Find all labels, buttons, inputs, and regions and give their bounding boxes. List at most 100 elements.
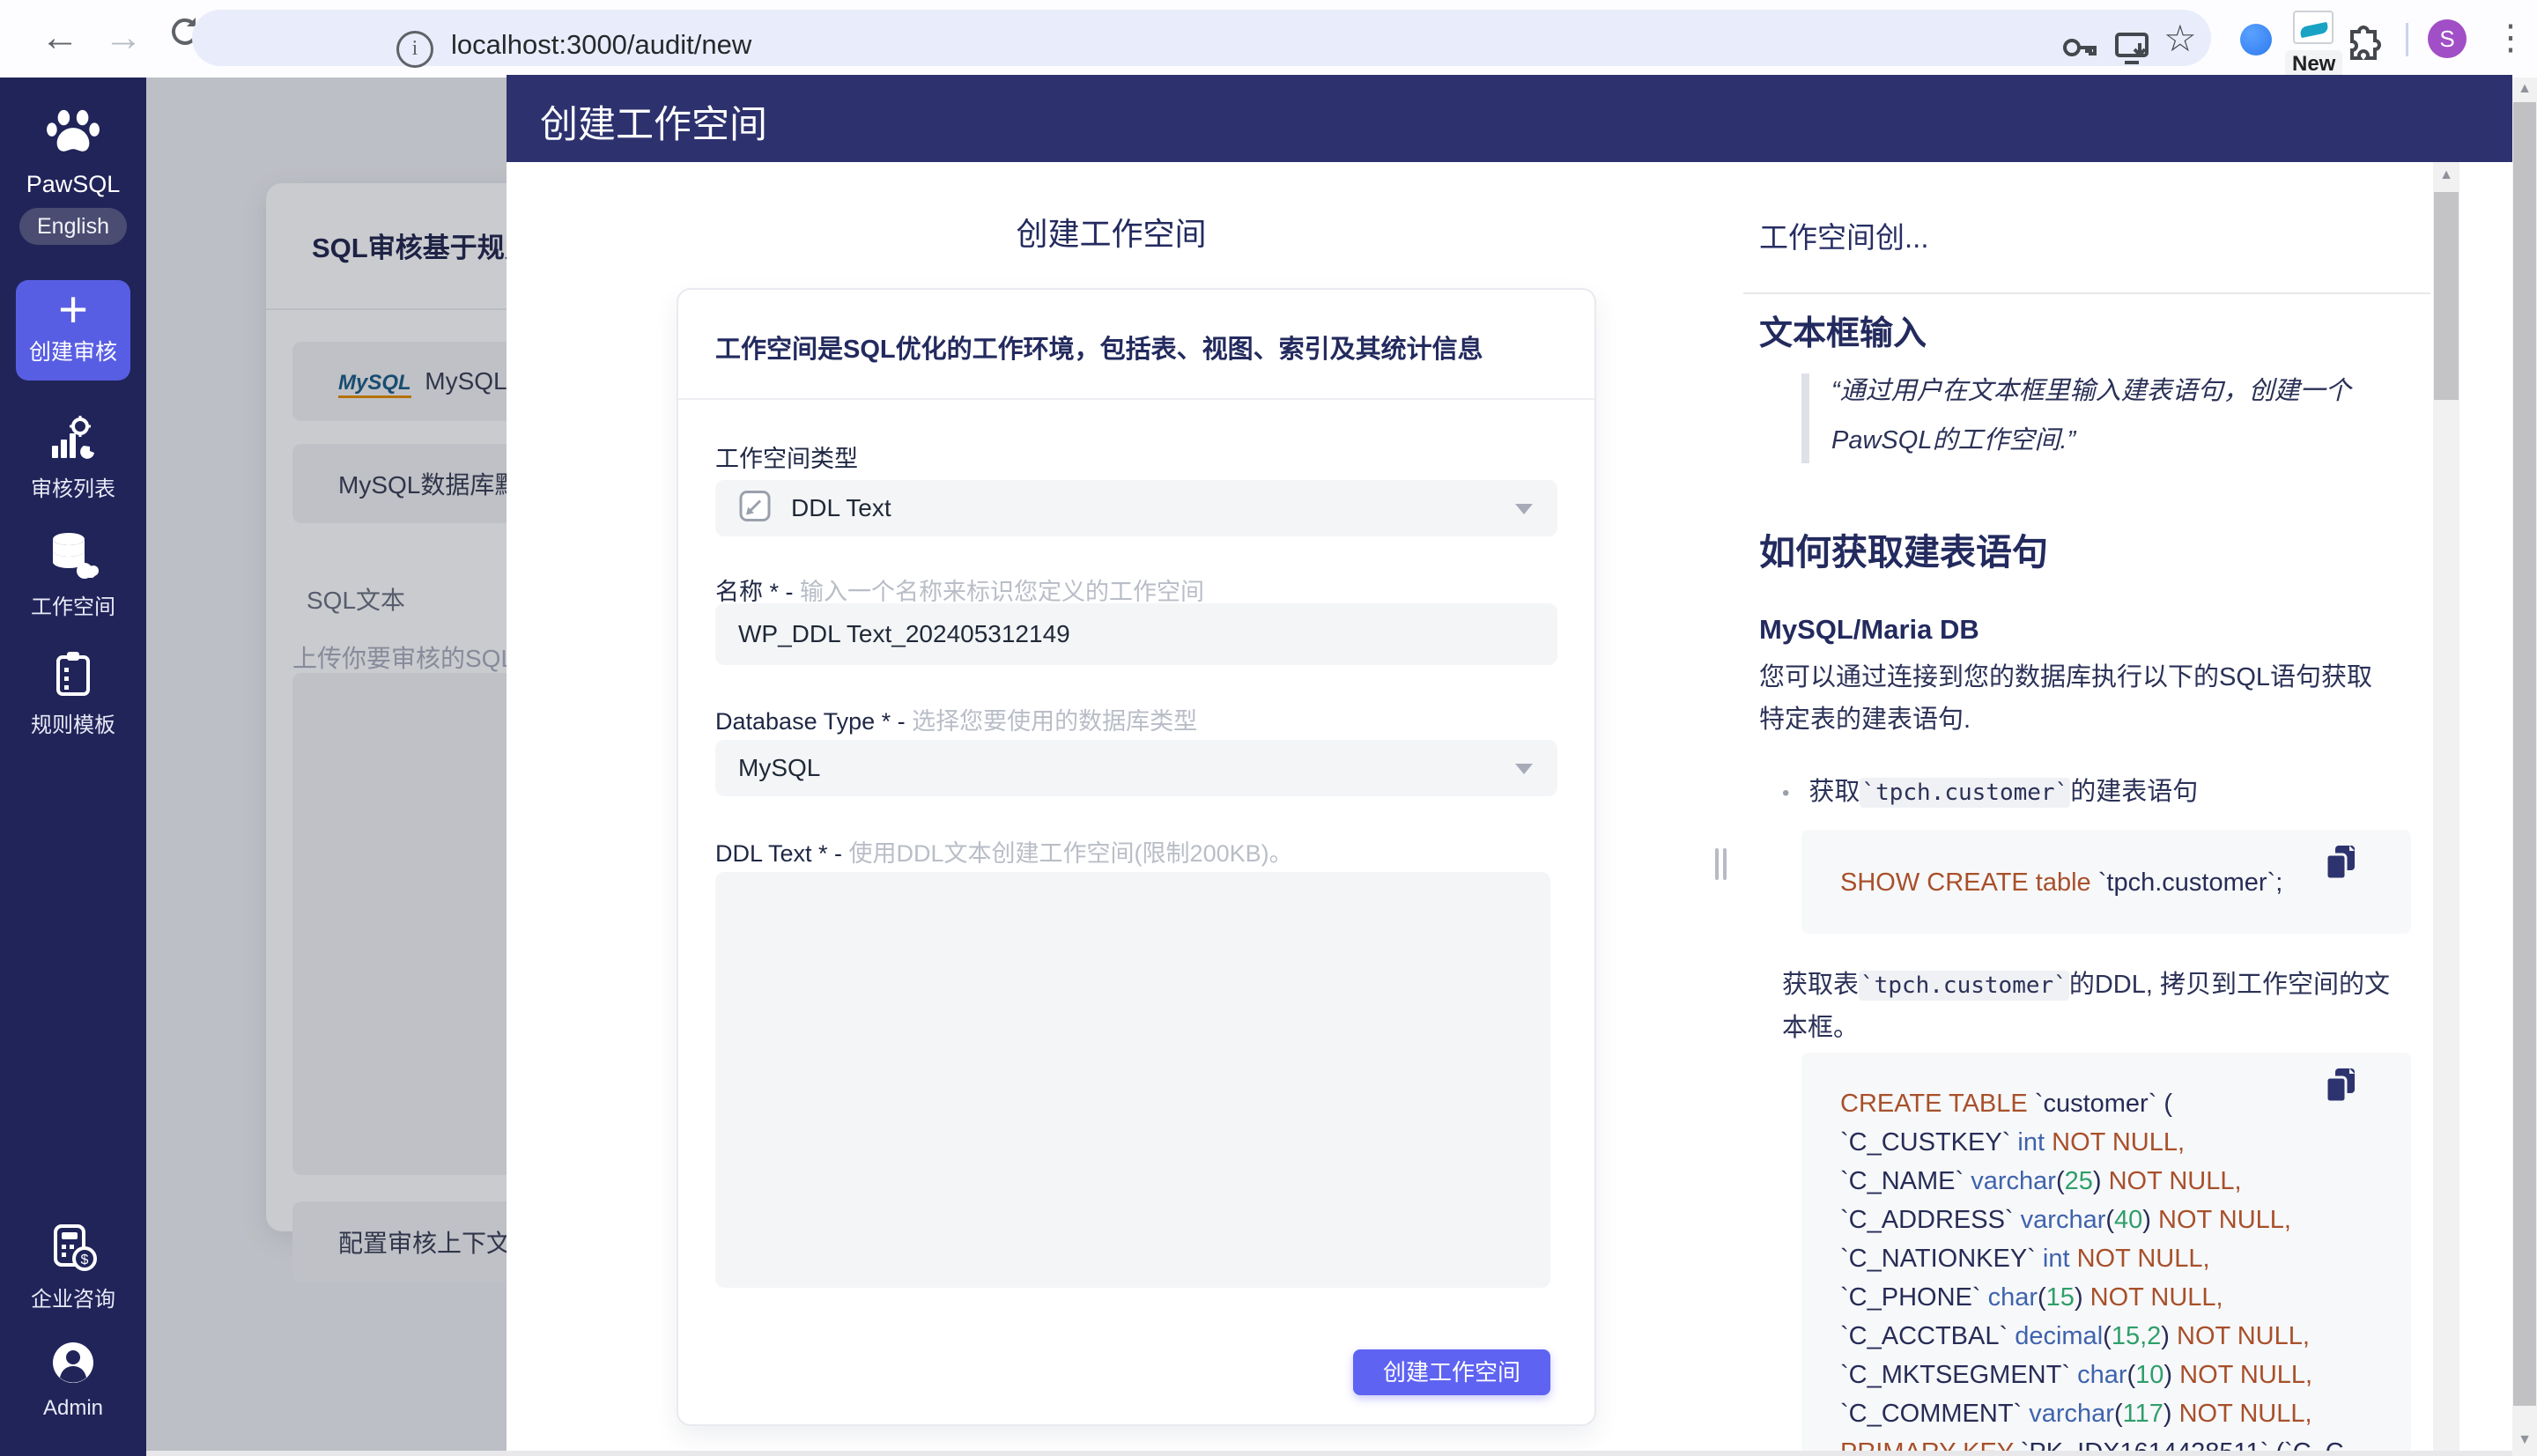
workspace-info-banner: 工作空间是SQL优化的工作环境，包括表、视图、索引及其统计信息 (678, 290, 1594, 400)
create-workspace-modal: 创建工作空间 创建工作空间 工作空间是SQL优化的工作环境，包括表、视图、索引及… (507, 75, 2512, 1456)
help-paragraph: 您可以通过连接到您的数据库执行以下的SQL语句获取特定表的建表语句. (1759, 656, 2393, 741)
sidebar-item-admin[interactable]: Admin (0, 1339, 146, 1421)
profile-avatar[interactable]: S (2428, 19, 2467, 58)
bookmark-star-icon[interactable]: ☆ (2163, 17, 2197, 60)
scroll-up-icon[interactable]: ▲ (2433, 167, 2459, 183)
modal-scrollbar-thumb[interactable] (2434, 192, 2459, 400)
ddl-text-icon (736, 488, 773, 529)
url-bar[interactable]: i localhost:3000/audit/new ☆ (192, 10, 2211, 66)
code-line: `C_NATIONKEY` int NOT NULL, (1840, 1239, 2344, 1278)
sidebar-item-audit-list[interactable]: 审核列表 (0, 416, 146, 502)
code-line: CREATE TABLE `customer` ( (1840, 1084, 2344, 1123)
scroll-up-icon[interactable]: ▲ (2512, 81, 2537, 97)
database-type-value: MySQL (738, 754, 820, 782)
plus-icon: + (16, 284, 130, 336)
clipboard-icon (51, 650, 95, 702)
copy-icon[interactable] (2323, 844, 2358, 887)
brand-name: PawSQL (0, 171, 146, 198)
browser-menu-icon[interactable]: ⋮ (2493, 18, 2528, 58)
code-line: SHOW CREATE table `tpch.customer`; (1840, 863, 2282, 902)
help-section-howto: 如何获取建表语句 (1759, 522, 2048, 575)
code-line: `C_ADDRESS` varchar(40) NOT NULL, (1840, 1201, 2344, 1239)
help-blockquote: “通过用户在文本框里输入建表语句，创建一个 PawSQL的工作空间.” (1801, 370, 2351, 469)
code-line: `C_MKTSEGMENT` char(10) NOT NULL, (1840, 1356, 2344, 1394)
chevron-down-icon (1515, 504, 1533, 514)
extensions-puzzle-icon[interactable] (2343, 19, 2384, 64)
sidebar-item-label: 工作空间 (0, 589, 146, 620)
divider (1743, 292, 2430, 294)
sidebar-item-rule-template[interactable]: 规则模板 (0, 650, 146, 738)
create-table-code-block: CREATE TABLE `customer` ( `C_CUSTKEY` in… (1801, 1053, 2411, 1456)
name-hint: 输入一个名称来标识您定义的工作空间 (800, 579, 1204, 605)
forward-icon[interactable]: → (99, 16, 148, 60)
extension-glyph (2293, 11, 2334, 44)
database-type-label: Database Type * - 选择您要使用的数据库类型 (715, 702, 1197, 736)
database-icon (48, 532, 99, 584)
pawsql-logo-icon (0, 107, 146, 161)
help-copy-paragraph: 获取表`tpch.customer`的DDL, 拷贝到工作空间的文本框。 (1782, 964, 2399, 1049)
user-icon (49, 1339, 97, 1391)
code-lines: CREATE TABLE `customer` ( `C_CUSTKEY` in… (1840, 1084, 2344, 1456)
ddl-text-textarea[interactable] (715, 872, 1550, 1288)
site-info-icon[interactable]: i (396, 31, 433, 68)
sidebar: PawSQL English + 创建审核 审核列表 工作空间 规则模板 (0, 78, 146, 1456)
form-title: 创建工作空间 (507, 209, 1716, 255)
name-label: 名称 * - 输入一个名称来标识您定义的工作空间 (715, 573, 1204, 607)
sidebar-item-create-audit[interactable]: + 创建审核 (16, 280, 130, 381)
database-type-hint: 选择您要使用的数据库类型 (912, 708, 1197, 735)
code-line: `C_ACCTBAL` decimal(15,2) NOT NULL, (1840, 1317, 2344, 1356)
extension-dot-icon[interactable] (2240, 24, 2272, 55)
browser-toolbar: ← → i localhost:3000/audit/new ☆ New S ⋮ (0, 0, 2537, 78)
workspace-type-label: 工作空间类型 (715, 440, 858, 474)
create-workspace-button[interactable]: 创建工作空间 (1353, 1349, 1550, 1395)
help-panel: 工作空间创... 文本框输入 “通过用户在文本框里输入建表语句，创建一个 Paw… (1759, 75, 2414, 1456)
database-type-select[interactable]: MySQL (715, 740, 1557, 796)
password-key-icon[interactable] (2060, 27, 2100, 72)
help-bullet-item: •获取`tpch.customer`的建表语句 (1782, 771, 2198, 808)
svg-text:$: $ (81, 1253, 89, 1268)
modal-scrollbar[interactable]: ▲ (2433, 162, 2459, 1456)
audit-list-icon (48, 416, 98, 466)
inline-code: `tpch.customer` (1860, 778, 2070, 808)
workspace-type-select[interactable]: DDL Text (715, 480, 1557, 536)
bullet-dot: • (1782, 781, 1789, 805)
ddl-text-label: DDL Text * - 使用DDL文本创建工作空间(限制200KB)。 (715, 834, 1293, 868)
language-toggle-button[interactable]: English (19, 208, 127, 245)
toolbar-separator (2406, 23, 2408, 56)
chevron-down-icon (1515, 764, 1533, 774)
show-create-code-block: SHOW CREATE table `tpch.customer`; (1801, 830, 2411, 934)
workspace-name-value: WP_DDL Text_202405312149 (738, 620, 1070, 648)
install-download-icon[interactable] (2112, 27, 2155, 74)
ddl-text-hint: 使用DDL文本创建工作空间(限制200KB)。 (849, 840, 1293, 867)
new-extension-icon[interactable]: New (2285, 11, 2341, 78)
quote-line: “通过用户在文本框里输入建表语句，创建一个 (1831, 370, 2351, 407)
sidebar-item-enterprise-consult[interactable]: $ 企业咨询 (0, 1223, 146, 1312)
back-icon[interactable]: ← (35, 16, 85, 60)
modal-header-title: 创建工作空间 (540, 94, 767, 149)
help-section-text-input: 文本框输入 (1759, 306, 1927, 354)
workspace-info-text: 工作空间是SQL优化的工作环境，包括表、视图、索引及其统计信息 (715, 329, 1483, 366)
workspace-name-input[interactable]: WP_DDL Text_202405312149 (715, 603, 1557, 665)
calculator-dollar-icon: $ (48, 1223, 98, 1276)
workspace-form-card: 工作空间是SQL优化的工作环境，包括表、视图、索引及其统计信息 工作空间类型 D… (677, 288, 1596, 1426)
code-line: `C_NAME` varchar(25) NOT NULL, (1840, 1162, 2344, 1201)
sidebar-item-label: 规则模板 (0, 707, 146, 738)
horizontal-scrollbar-track[interactable] (146, 1451, 2512, 1456)
workspace-type-value: DDL Text (791, 494, 891, 522)
sidebar-item-label: 审核列表 (0, 471, 146, 502)
help-panel-title: 工作空间创... (1759, 214, 1929, 256)
panel-resize-handle[interactable] (1715, 848, 1733, 883)
inline-code: `tpch.customer` (1859, 971, 2069, 1001)
help-db-subtitle: MySQL/Maria DB (1759, 614, 1979, 646)
code-line: `C_CUSTKEY` int NOT NULL, (1840, 1123, 2344, 1162)
url-text[interactable]: localhost:3000/audit/new (451, 29, 751, 61)
screen: ← → i localhost:3000/audit/new ☆ New S ⋮ (0, 0, 2537, 1456)
window-scrollbar[interactable]: ▲ ▼ (2512, 78, 2537, 1456)
sidebar-item-label: Admin (0, 1396, 146, 1421)
sidebar-item-workspace[interactable]: 工作空间 (0, 532, 146, 620)
sidebar-item-label: 企业咨询 (0, 1282, 146, 1312)
code-line: `C_PHONE` char(15) NOT NULL, (1840, 1278, 2344, 1317)
sidebar-item-label: 创建审核 (16, 335, 130, 366)
scroll-down-icon[interactable]: ▼ (2512, 1432, 2537, 1448)
window-scrollbar-thumb[interactable] (2513, 102, 2536, 1406)
